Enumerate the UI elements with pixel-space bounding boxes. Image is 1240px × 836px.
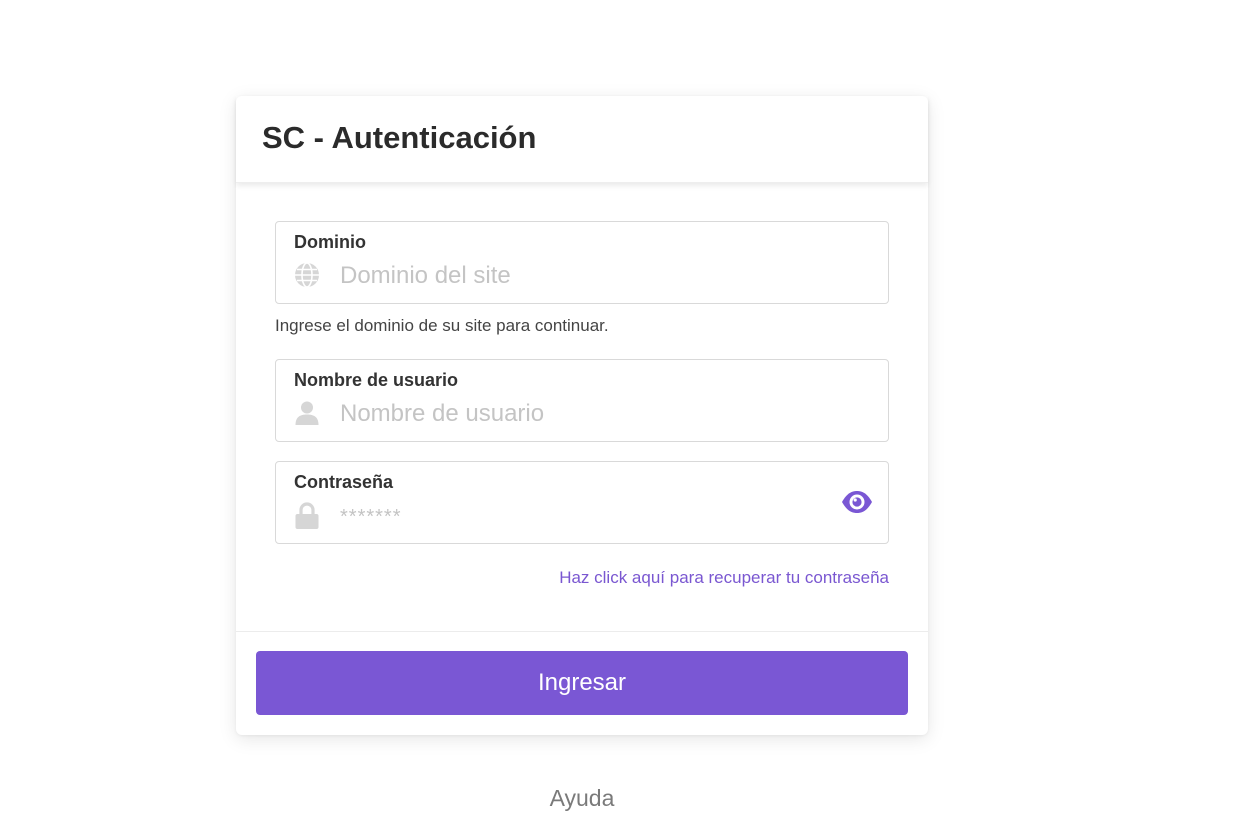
lock-icon	[294, 502, 320, 529]
domain-label: Dominio	[294, 232, 366, 252]
domain-input[interactable]	[340, 260, 820, 292]
domain-help-text: Ingrese el dominio de su site para conti…	[275, 316, 609, 335]
card-header: SC - Autenticación	[236, 96, 928, 183]
password-field[interactable]: Contraseña	[275, 461, 889, 544]
username-input[interactable]	[340, 398, 820, 430]
submit-button[interactable]: Ingresar	[256, 651, 908, 715]
recover-password-link[interactable]: Haz click aquí para recuperar tu contras…	[559, 568, 889, 588]
password-label: Contraseña	[294, 472, 394, 492]
divider	[236, 631, 928, 632]
username-label: Nombre de usuario	[294, 370, 459, 390]
login-card: SC - Autenticación Dominio Ingrese el do…	[236, 96, 928, 735]
eye-icon[interactable]	[840, 488, 874, 516]
page-title: SC - Autenticación	[262, 120, 537, 155]
password-input[interactable]	[340, 500, 820, 532]
domain-field[interactable]: Dominio	[275, 221, 889, 304]
globe-icon	[294, 262, 320, 288]
user-icon	[294, 400, 320, 426]
username-field[interactable]: Nombre de usuario	[275, 359, 889, 442]
help-link[interactable]: Ayuda	[0, 785, 1164, 812]
